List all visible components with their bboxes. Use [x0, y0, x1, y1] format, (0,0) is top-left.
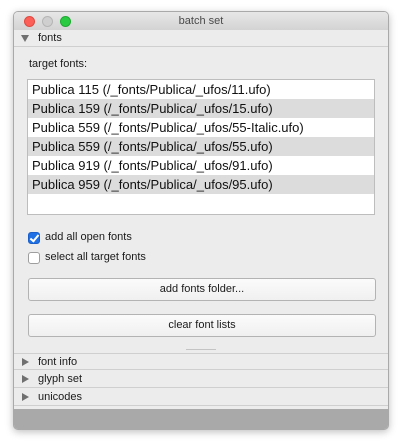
disclosure-down-icon[interactable]: [21, 35, 29, 42]
list-item[interactable]: Publica 919 (/_fonts/Publica/_ufos/91.uf…: [28, 156, 374, 175]
window-title: batch set: [178, 15, 224, 27]
disclosure-right-icon[interactable]: [22, 375, 29, 383]
clear-font-lists-button[interactable]: clear font lists: [28, 314, 376, 337]
bottom-bar: [14, 409, 388, 429]
section-label-glyph-set: glyph set: [38, 373, 83, 385]
target-fonts-list[interactable]: Publica 115 (/_fonts/Publica/_ufos/11.uf…: [27, 79, 375, 215]
list-item[interactable]: Publica 959 (/_fonts/Publica/_ufos/95.uf…: [28, 175, 374, 194]
list-item[interactable]: Publica 159 (/_fonts/Publica/_ufos/15.uf…: [28, 99, 374, 118]
list-item[interactable]: Publica 115 (/_fonts/Publica/_ufos/11.uf…: [28, 80, 374, 99]
select-all-target-fonts-label[interactable]: select all target fonts: [45, 251, 146, 263]
section-header-glyph-set[interactable]: glyph set: [14, 371, 388, 388]
section-header-fonts[interactable]: fonts: [14, 30, 388, 47]
section-header-unicodes[interactable]: unicodes: [14, 389, 388, 406]
list-item[interactable]: Publica 559 (/_fonts/Publica/_ufos/55-It…: [28, 118, 374, 137]
add-all-open-fonts-label[interactable]: add all open fonts: [45, 231, 132, 243]
select-all-target-fonts-checkbox[interactable]: [28, 252, 40, 264]
add-all-open-fonts-checkbox[interactable]: [28, 232, 40, 244]
split-divider-handle[interactable]: [186, 349, 216, 350]
batch-set-window: batch set fonts target fonts: Publica 11…: [13, 11, 389, 430]
list-item[interactable]: Publica 559 (/_fonts/Publica/_ufos/55.uf…: [28, 137, 374, 156]
title-bar[interactable]: batch set: [14, 12, 388, 31]
section-label-font-info: font info: [38, 356, 78, 368]
section-header-font-info[interactable]: font info: [14, 353, 388, 370]
section-label-unicodes: unicodes: [38, 391, 83, 403]
disclosure-right-icon[interactable]: [22, 358, 29, 366]
target-fonts-label: target fonts:: [29, 58, 88, 70]
section-label-fonts: fonts: [38, 32, 62, 44]
checkmark-icon: [29, 232, 40, 243]
add-fonts-folder-button[interactable]: add fonts folder...: [28, 278, 376, 301]
disclosure-right-icon[interactable]: [22, 393, 29, 401]
